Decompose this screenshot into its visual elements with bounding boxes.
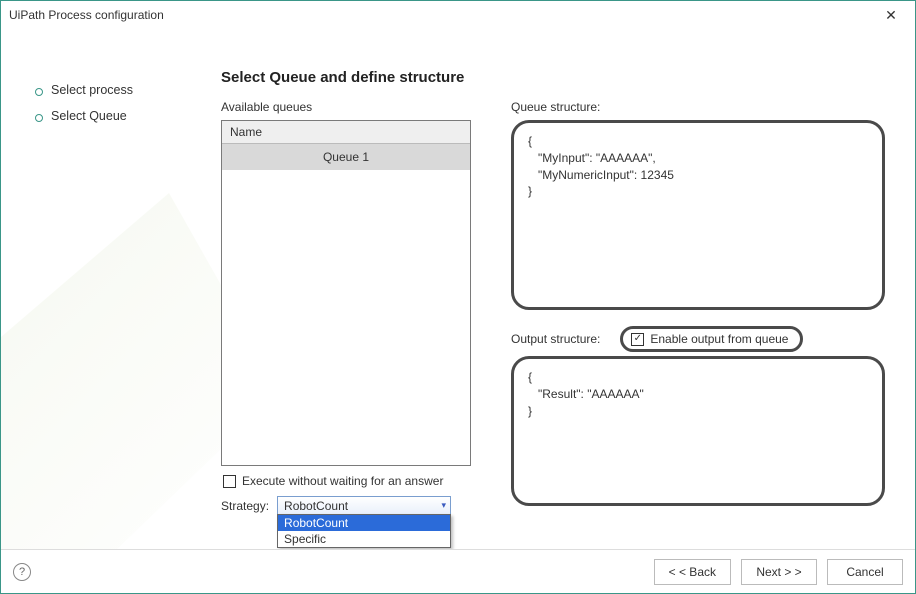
- strategy-selected-value: RobotCount: [284, 499, 348, 513]
- queue-structure-label: Queue structure:: [511, 100, 885, 114]
- close-icon[interactable]: ✕: [875, 1, 907, 29]
- page-heading: Select Queue and define structure: [221, 69, 885, 86]
- queues-listbox[interactable]: Name Queue 1: [221, 120, 471, 466]
- output-structure-box[interactable]: { "Result": "AAAAAA" }: [511, 356, 885, 506]
- strategy-option-specific[interactable]: Specific: [278, 531, 450, 547]
- strategy-label: Strategy:: [221, 496, 269, 513]
- output-structure-label: Output structure:: [511, 332, 600, 346]
- wizard-sidebar: Select process Select Queue: [1, 29, 221, 549]
- chevron-down-icon: ▾: [442, 500, 447, 511]
- strategy-option-robotcount[interactable]: RobotCount: [278, 515, 450, 531]
- footer: ? < < Back Next > > Cancel: [1, 549, 915, 593]
- window-title: UiPath Process configuration: [9, 8, 875, 22]
- cancel-button[interactable]: Cancel: [827, 559, 903, 585]
- execute-without-waiting-checkbox[interactable]: [223, 475, 236, 488]
- queue-structure-box[interactable]: { "MyInput": "AAAAAA", "MyNumericInput":…: [511, 120, 885, 310]
- available-queues-label: Available queues: [221, 100, 471, 114]
- queue-row[interactable]: Queue 1: [222, 144, 470, 170]
- sidebar-step-select-process[interactable]: Select process: [39, 79, 207, 105]
- enable-output-label: Enable output from queue: [650, 332, 788, 346]
- titlebar: UiPath Process configuration ✕: [1, 1, 915, 29]
- help-icon[interactable]: ?: [13, 563, 31, 581]
- enable-output-checkbox[interactable]: [631, 333, 644, 346]
- next-button[interactable]: Next > >: [741, 559, 817, 585]
- back-button[interactable]: < < Back: [654, 559, 731, 585]
- output-structure-text: { "Result": "AAAAAA" }: [524, 367, 872, 421]
- strategy-select[interactable]: RobotCount ▾: [277, 496, 451, 515]
- sidebar-step-select-queue[interactable]: Select Queue: [39, 105, 207, 131]
- strategy-dropdown[interactable]: RobotCount Specific: [277, 514, 451, 548]
- queue-structure-text: { "MyInput": "AAAAAA", "MyNumericInput":…: [524, 131, 872, 202]
- execute-without-waiting-label: Execute without waiting for an answer: [242, 474, 443, 488]
- list-column-name[interactable]: Name: [222, 121, 470, 144]
- enable-output-pill: Enable output from queue: [620, 326, 803, 352]
